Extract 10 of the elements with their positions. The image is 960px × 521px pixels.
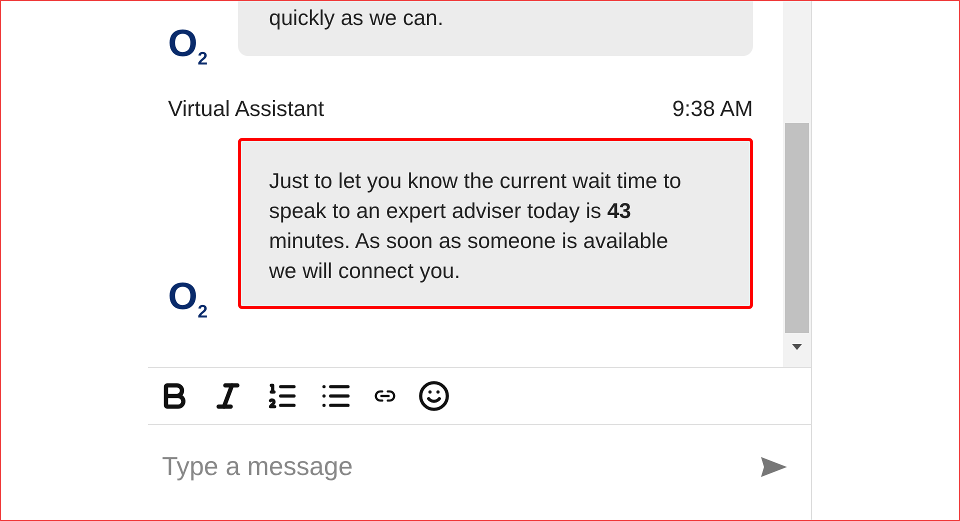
sender-name: Virtual Assistant <box>168 96 324 122</box>
brand-logo: O$_{2}$ <box>168 278 209 321</box>
scroll-down-icon[interactable] <box>791 343 803 351</box>
emoji-icon[interactable] <box>418 380 450 412</box>
send-icon[interactable] <box>759 454 789 478</box>
message-bubble: Just to let you know the current wait time to speak to an expert adviser today is 43 minutes. As soon as someone is available we will connect you. <box>238 138 753 309</box>
message-bubble: quickly as we can. <box>238 1 753 56</box>
scrollbar[interactable] <box>783 1 811 367</box>
brand-logo: O$_{2}$ <box>168 25 209 68</box>
message-time: 9:38 AM <box>672 96 753 122</box>
